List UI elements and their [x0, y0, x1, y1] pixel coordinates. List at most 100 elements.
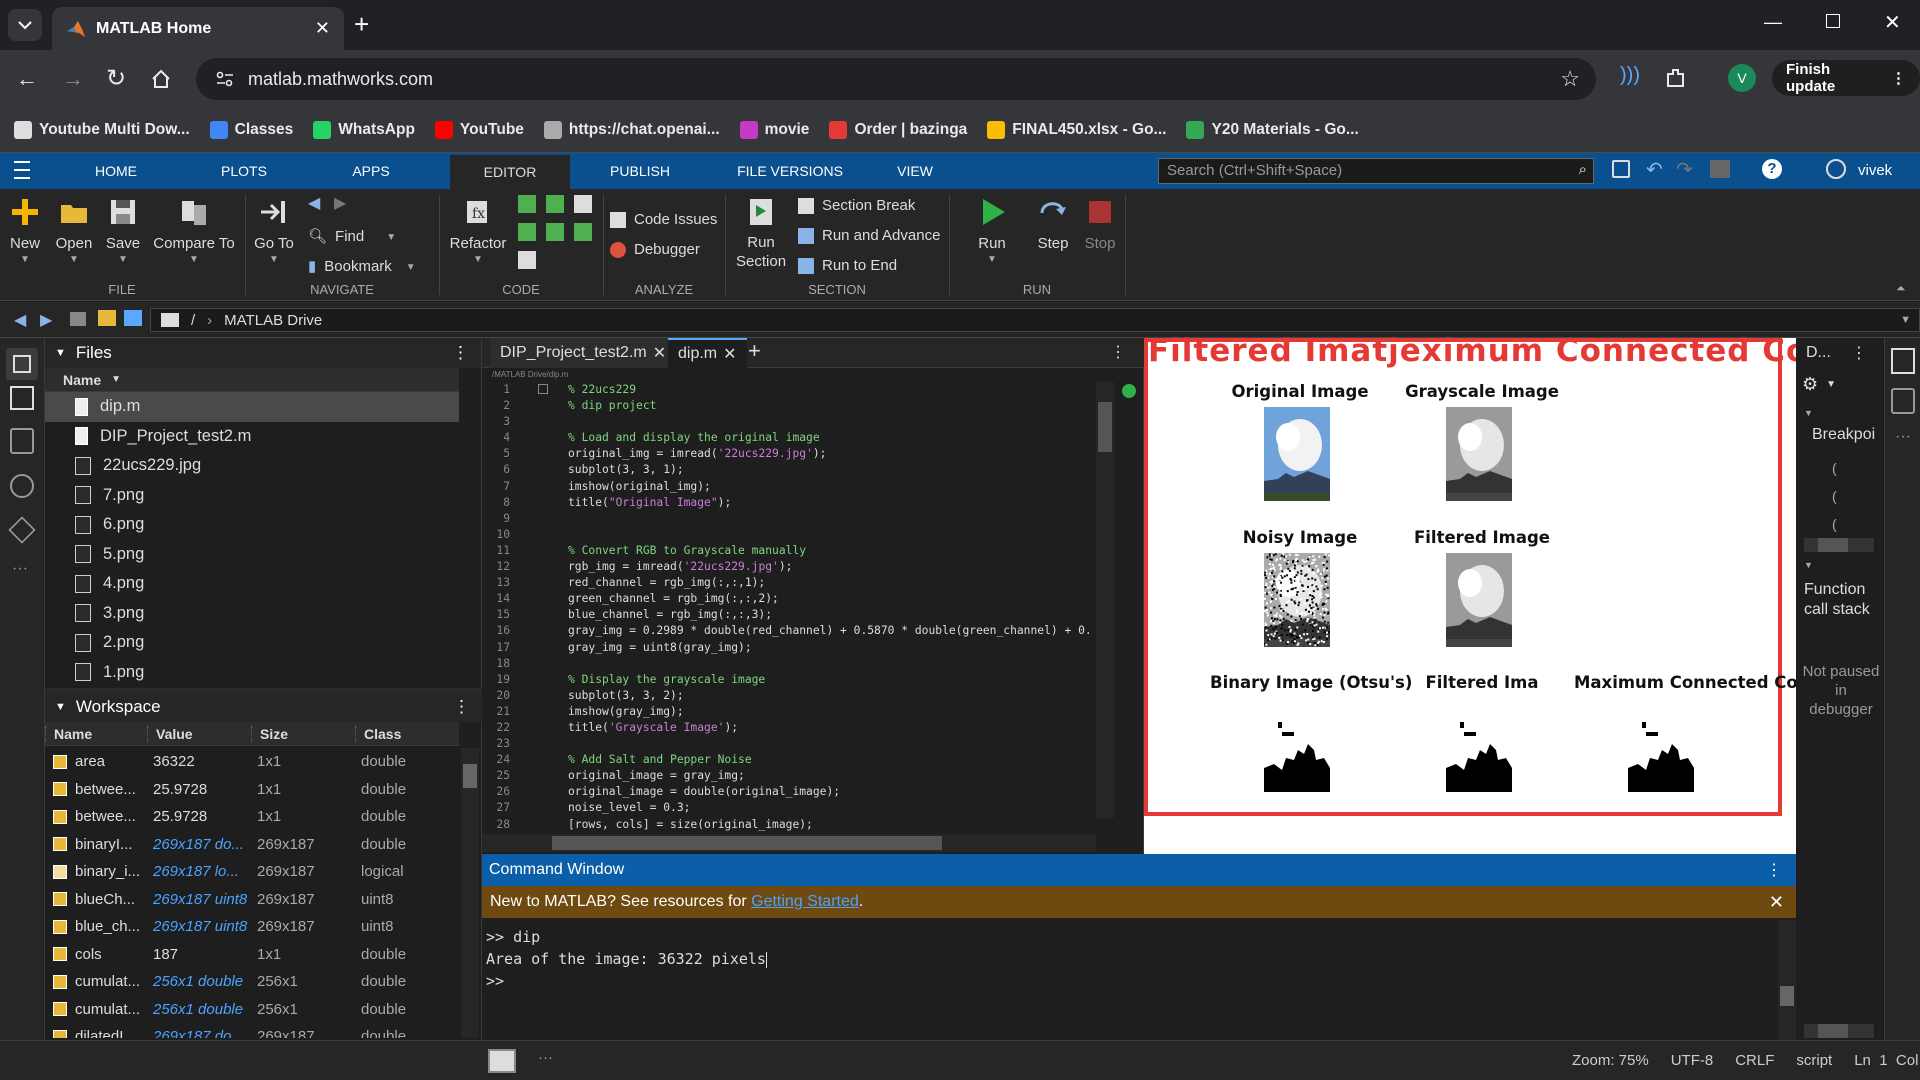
- line-number[interactable]: 16: [482, 623, 518, 639]
- bookmark-item[interactable]: movie: [739, 121, 809, 139]
- bookmark-item[interactable]: Order | bazinga: [829, 121, 967, 139]
- restore-button[interactable]: [1826, 14, 1840, 28]
- editor-menu-icon[interactable]: ⋮: [1110, 342, 1126, 362]
- line-number[interactable]: 4: [482, 430, 518, 446]
- collapse-ribbon-icon[interactable]: ⏶: [1896, 281, 1906, 296]
- line-number[interactable]: 14: [482, 591, 518, 607]
- ribbon-tab-view[interactable]: VIEW: [878, 153, 952, 189]
- extension-icon[interactable]: ))): [1620, 64, 1640, 87]
- more-icon[interactable]: ···: [538, 1049, 553, 1066]
- line-number[interactable]: 22: [482, 720, 518, 736]
- subplot[interactable]: Grayscale Image: [1392, 382, 1572, 501]
- line-number[interactable]: 25: [482, 768, 518, 784]
- file-item[interactable]: 7.png: [45, 481, 459, 511]
- editor-vscrollbar[interactable]: [1096, 382, 1114, 818]
- file-item[interactable]: 4.png: [45, 569, 459, 599]
- workspace-row[interactable]: binary_i... 269x187 lo... 269x187 logical: [45, 858, 459, 886]
- reload-icon[interactable]: ↻: [106, 64, 126, 93]
- workspace-scrollbar[interactable]: [461, 748, 479, 1038]
- command-output[interactable]: >> dip Area of the image: 36322 pixels >>: [486, 926, 1766, 992]
- indent-icon[interactable]: [518, 223, 536, 241]
- collapse-triangle-icon[interactable]: ▼: [55, 701, 66, 713]
- line-number[interactable]: 27: [482, 800, 518, 816]
- home-icon[interactable]: [150, 68, 172, 90]
- hamburger-menu-icon[interactable]: [14, 161, 30, 179]
- back-nav-icon[interactable]: ◀: [308, 193, 320, 213]
- line-number[interactable]: 18: [482, 656, 518, 672]
- eol-status[interactable]: CRLF: [1735, 1052, 1774, 1069]
- line-number[interactable]: 21: [482, 704, 518, 720]
- subplot[interactable]: Noisy Image: [1210, 528, 1390, 647]
- subplot[interactable]: Filtered Image: [1392, 528, 1572, 647]
- line-number[interactable]: 3: [482, 414, 518, 430]
- more-icon[interactable]: ···: [1895, 428, 1911, 446]
- goto-button[interactable]: Go To ▼: [252, 197, 296, 265]
- variable-value[interactable]: 269x187 uint8: [147, 891, 251, 908]
- line-number[interactable]: 10: [482, 527, 518, 543]
- run-advance-button[interactable]: Run and Advance: [798, 227, 940, 244]
- bookmark-item[interactable]: Y20 Materials - Go...: [1186, 121, 1359, 139]
- workspace-row[interactable]: cumulat... 256x1 double 256x1 double: [45, 996, 459, 1024]
- workspace-menu-icon[interactable]: ⋮: [453, 697, 470, 717]
- redo-icon[interactable]: ↷: [1676, 157, 1693, 182]
- minimize-button[interactable]: —: [1764, 12, 1782, 33]
- history-icon[interactable]: [10, 474, 34, 498]
- workspace-column-name[interactable]: Name: [45, 725, 147, 742]
- line-number[interactable]: 13: [482, 575, 518, 591]
- line-number[interactable]: 7: [482, 479, 518, 495]
- workspace-row[interactable]: dilatedI... 269x187 do... 269x187 double: [45, 1023, 459, 1038]
- subplot[interactable]: Binary Image (Otsu's): [1210, 673, 1412, 792]
- line-number[interactable]: 23: [482, 736, 518, 752]
- undo-icon[interactable]: ↶: [1646, 157, 1663, 182]
- command-prompt-icon[interactable]: [488, 1049, 516, 1073]
- file-item[interactable]: 6.png: [45, 510, 459, 540]
- editor-tab-dip-project[interactable]: DIP_Project_test2.m ✕: [490, 338, 677, 368]
- line-number[interactable]: 15: [482, 607, 518, 623]
- file-item[interactable]: 5.png: [45, 540, 459, 570]
- bookmark-item[interactable]: Youtube Multi Dow...: [14, 121, 190, 139]
- workspace-row[interactable]: blue_ch... 269x187 uint8 269x187 uint8: [45, 913, 459, 941]
- bookmark-item[interactable]: FINAL450.xlsx - Go...: [987, 121, 1166, 139]
- scroll-thumb[interactable]: [552, 836, 942, 850]
- debugger-button[interactable]: Debugger: [610, 241, 700, 258]
- addons-icon[interactable]: [8, 516, 36, 544]
- debugger-menu-icon[interactable]: ⋮: [1851, 343, 1867, 363]
- up-folder-icon[interactable]: [70, 312, 86, 326]
- encoding-status[interactable]: UTF-8: [1671, 1052, 1714, 1069]
- help-icon[interactable]: ?: [1762, 159, 1782, 179]
- files-menu-icon[interactable]: ⋮: [452, 343, 469, 363]
- close-tab-icon[interactable]: ✕: [315, 18, 330, 39]
- refactor-button[interactable]: fx Refactor ▼: [448, 197, 508, 265]
- new-tab-button[interactable]: +: [354, 10, 369, 38]
- window-layout-icon[interactable]: [1710, 160, 1730, 178]
- user-name[interactable]: vivek: [1858, 162, 1892, 179]
- zoom-status[interactable]: Zoom: 75%: [1572, 1052, 1649, 1069]
- more-icon[interactable]: ···: [12, 560, 28, 578]
- workspace-row[interactable]: binaryI... 269x187 do... 269x187 double: [45, 831, 459, 859]
- step-button[interactable]: Step: [1034, 197, 1072, 252]
- variable-value[interactable]: 269x187 do...: [147, 1028, 251, 1038]
- line-number[interactable]: 6: [482, 462, 518, 478]
- subplot[interactable]: Filtered Ima: [1392, 673, 1572, 792]
- collapse-triangle-icon[interactable]: ▼: [1804, 560, 1813, 570]
- files-panel-toggle[interactable]: [6, 348, 38, 380]
- finish-update-button[interactable]: Finish update ⋮: [1772, 60, 1920, 96]
- matlab-search-input[interactable]: Search (Ctrl+Shift+Space) ⌕: [1158, 158, 1594, 184]
- workspace-row[interactable]: cumulat... 256x1 double 256x1 double: [45, 968, 459, 996]
- compare-button[interactable]: Compare To ▼: [152, 197, 236, 265]
- line-number[interactable]: 20: [482, 688, 518, 704]
- breakpoints-scrollbar[interactable]: [1804, 538, 1874, 552]
- ribbon-tab-file-versions[interactable]: FILE VERSIONS: [715, 153, 865, 189]
- run-end-button[interactable]: Run to End: [798, 257, 897, 274]
- file-item[interactable]: 22ucs229.jpg: [45, 451, 459, 481]
- find-button[interactable]: 🔍︎ Find ▼: [308, 227, 396, 246]
- wrap-comments-icon[interactable]: [574, 195, 592, 213]
- code-issues-button[interactable]: Code Issues: [610, 211, 717, 228]
- folder-forward-icon[interactable]: ▶: [40, 310, 52, 330]
- bookmark-item[interactable]: Classes: [209, 121, 293, 139]
- file-item[interactable]: 1.png: [45, 658, 459, 688]
- extensions-puzzle-icon[interactable]: [1664, 66, 1688, 90]
- workspace-icon[interactable]: [10, 386, 34, 410]
- line-number[interactable]: 12: [482, 559, 518, 575]
- open-button[interactable]: Open ▼: [52, 197, 96, 265]
